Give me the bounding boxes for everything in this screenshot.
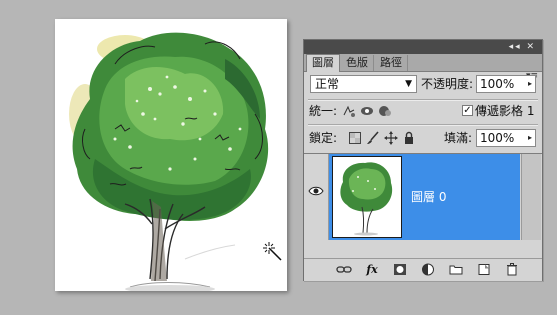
lock-fill-row: 鎖定: 填滿: 100% ▸ <box>304 129 542 151</box>
layers-panel: ◂◂ ✕ 圖層 色版 路徑 ▾≡ 正常 ▼ 不透明度: 100% ▸ 統一: ✓… <box>303 39 543 281</box>
unify-visibility-icon[interactable] <box>360 104 374 118</box>
opacity-input[interactable]: 100% ▸ <box>476 75 536 93</box>
eye-icon[interactable] <box>308 184 324 198</box>
layer-thumbnail <box>332 156 402 238</box>
propagate-label: 傳遞影格 1 <box>475 104 535 118</box>
tab-layers[interactable]: 圖層 <box>306 54 340 72</box>
layer-selected[interactable]: 圖層 0 <box>329 154 520 240</box>
panel-footer-toolbar: fx <box>304 258 542 281</box>
document-canvas[interactable] <box>55 19 287 291</box>
new-layer-icon[interactable] <box>476 262 492 277</box>
blend-mode-value: 正常 <box>315 77 340 91</box>
opacity-label: 不透明度: <box>421 77 474 91</box>
link-icon[interactable] <box>336 262 352 277</box>
blend-mode-select[interactable]: 正常 ▼ <box>310 75 417 93</box>
folder-icon[interactable] <box>448 262 464 277</box>
divider <box>308 99 538 101</box>
adjustment-icon[interactable] <box>420 262 436 277</box>
stepper-icon[interactable]: ▸ <box>528 76 532 92</box>
panel-titlebar[interactable]: ◂◂ ✕ <box>304 40 542 54</box>
fill-input[interactable]: 100% ▸ <box>476 129 536 147</box>
lock-pixels-brush-icon[interactable] <box>366 131 380 145</box>
unify-label: 統一: <box>309 104 338 118</box>
mask-icon[interactable] <box>392 262 408 277</box>
layers-list: 圖層 0 <box>304 153 542 242</box>
tab-channels[interactable]: 色版 <box>341 55 374 71</box>
lock-label: 鎖定: <box>309 131 338 145</box>
trash-icon[interactable] <box>504 262 520 277</box>
lock-position-move-icon[interactable] <box>384 131 398 145</box>
propagate-checkbox[interactable]: ✓ <box>462 105 473 116</box>
fill-label: 填滿: <box>444 131 473 145</box>
panel-tabbar: 圖層 色版 路徑 ▾≡ <box>304 54 542 81</box>
tab-paths[interactable]: 路徑 <box>375 55 408 71</box>
visibility-cell[interactable] <box>306 154 329 240</box>
unify-style-icon[interactable] <box>378 104 392 118</box>
divider <box>308 124 538 126</box>
opacity-value: 100% <box>480 77 515 91</box>
chevron-down-icon: ▼ <box>405 79 412 89</box>
lock-transparent-icon[interactable] <box>348 131 362 145</box>
blend-opacity-row: 正常 ▼ 不透明度: 100% ▸ <box>304 75 542 97</box>
unify-position-icon[interactable] <box>342 104 356 118</box>
tree-illustration <box>69 32 269 291</box>
unify-row: 統一: ✓ 傳遞影格 1 <box>304 102 542 122</box>
layer-name[interactable]: 圖層 0 <box>411 188 446 205</box>
layers-scrollbar[interactable] <box>521 154 541 240</box>
panel-collapse-close-icon[interactable]: ◂◂ ✕ <box>509 41 536 53</box>
layer-row[interactable]: 圖層 0 <box>304 154 542 240</box>
lock-all-icon[interactable] <box>402 131 416 145</box>
fx-icon[interactable]: fx <box>364 262 380 277</box>
stepper-icon[interactable]: ▸ <box>528 130 532 146</box>
fill-value: 100% <box>480 131 515 145</box>
